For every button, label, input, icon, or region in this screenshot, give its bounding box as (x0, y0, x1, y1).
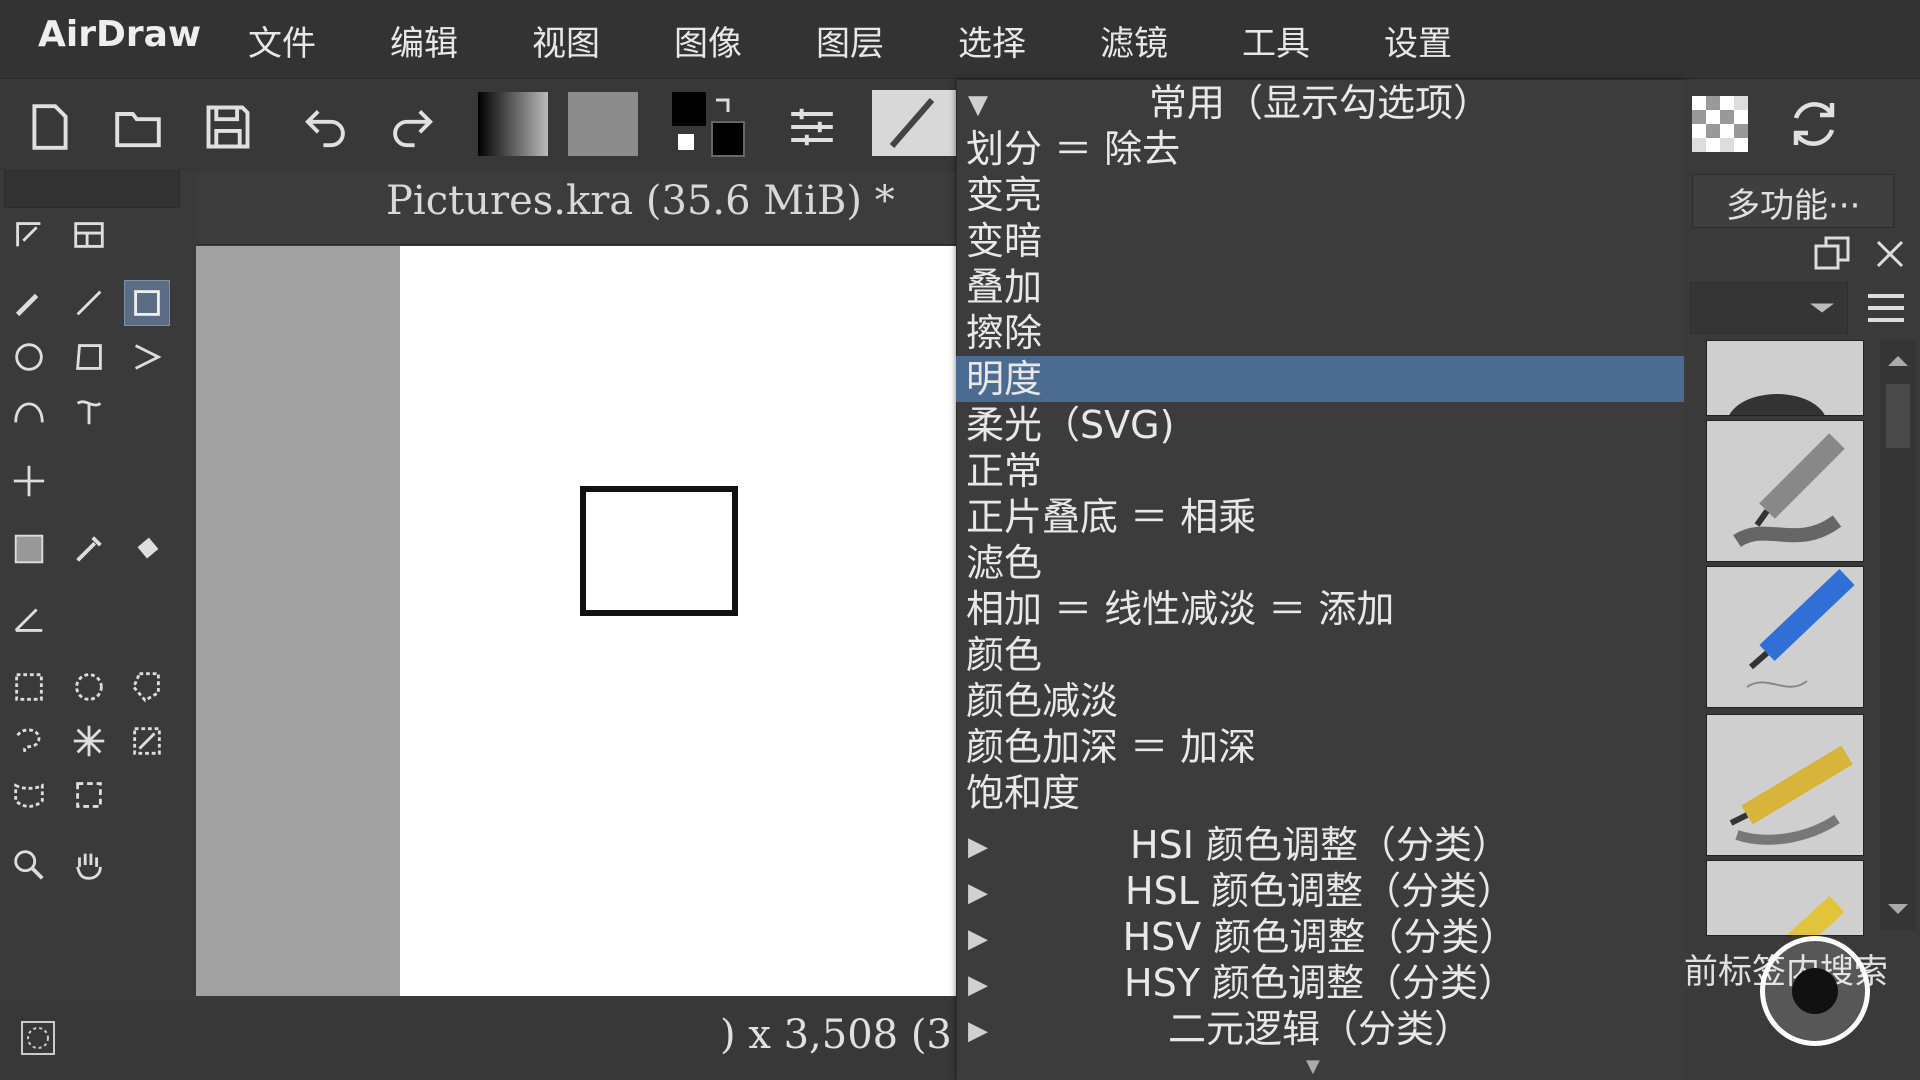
magnetic-select-icon[interactable] (66, 772, 112, 818)
rect-select-icon[interactable] (6, 664, 52, 710)
canvas[interactable] (400, 246, 956, 996)
blend-item-normal[interactable]: 正常 (956, 448, 1684, 494)
canvas-background (196, 246, 400, 996)
pattern-icon[interactable] (568, 92, 638, 156)
blend-item-screen[interactable]: 滤色 (956, 540, 1684, 586)
menu-filter[interactable]: 滤镜 (1100, 16, 1168, 65)
toolbox-filter[interactable] (4, 170, 180, 208)
brush-preset-marker[interactable] (1706, 420, 1864, 562)
brush-preset-airbrush[interactable] (1706, 340, 1864, 416)
open-folder-icon[interactable] (106, 95, 170, 159)
color-picker-icon[interactable] (66, 526, 112, 572)
drawn-rectangle (580, 486, 738, 616)
brush-preset-icon[interactable] (872, 90, 956, 156)
menu-edit[interactable]: 编辑 (390, 16, 458, 65)
blend-item-overlay[interactable]: 叠加 (956, 264, 1684, 310)
similar-select-icon[interactable] (124, 718, 170, 764)
polyline-tool-icon[interactable] (124, 334, 170, 380)
transparency-checker-icon[interactable] (1692, 96, 1748, 152)
rectangle-tool-icon[interactable] (124, 280, 170, 326)
selection-mode-icon[interactable] (18, 1018, 58, 1058)
blend-item-lighten[interactable]: 变亮 (956, 172, 1684, 218)
brush-preset-pencil-2[interactable] (1706, 714, 1864, 856)
menu-icon[interactable] (1864, 290, 1908, 326)
touch-button-dot (1792, 968, 1838, 1014)
fill-bucket-icon[interactable] (124, 526, 170, 572)
document-title: Pictures.kra (35.6 MiB) * (386, 178, 895, 224)
blend-item-luminosity[interactable]: 明度 (956, 356, 1684, 402)
polygon-select-icon[interactable] (124, 664, 170, 710)
gradient-tool-icon[interactable] (6, 526, 52, 572)
blend-item-color[interactable]: 颜色 (956, 632, 1684, 678)
scroll-down-arrow-icon[interactable]: ▼ (1306, 1056, 1320, 1077)
bezier-tool-icon[interactable] (6, 388, 52, 434)
menu-select[interactable]: 选择 (958, 16, 1026, 65)
menu-image[interactable]: 图像 (674, 16, 742, 65)
app-title: AirDraw (38, 14, 202, 55)
ellipse-select-icon[interactable] (66, 664, 112, 710)
image-dimensions: ) x 3,508 (3 (720, 1012, 952, 1058)
bezier-select-icon[interactable] (6, 772, 52, 818)
ellipse-tool-icon[interactable] (6, 334, 52, 380)
brush-tag-select[interactable] (1690, 282, 1848, 334)
new-document-icon[interactable] (18, 95, 82, 159)
pan-tool-icon[interactable] (66, 842, 112, 888)
measure-tool-icon[interactable] (6, 596, 52, 642)
menu-file[interactable]: 文件 (248, 16, 316, 65)
blend-category-common[interactable]: ▼ 常用（显示勾选项） (956, 80, 1684, 126)
blend-item-darken[interactable]: 变暗 (956, 218, 1684, 264)
freehand-path-tool-icon[interactable] (66, 388, 112, 434)
blend-item-erase[interactable]: 擦除 (956, 310, 1684, 356)
blend-item-color-dodge[interactable]: 颜色减淡 (956, 678, 1684, 724)
close-icon[interactable] (1872, 236, 1908, 272)
magic-wand-icon[interactable] (66, 718, 112, 764)
blend-item-divide[interactable]: 划分 ＝ 除去 (956, 126, 1684, 172)
zoom-tool-icon[interactable] (6, 842, 52, 888)
blend-category-hsi[interactable]: ▶ HSI 颜色调整（分类） (956, 822, 1684, 868)
menu-tools[interactable]: 工具 (1242, 16, 1310, 65)
redo-icon[interactable] (380, 95, 444, 159)
blend-item-color-burn[interactable]: 颜色加深 ＝ 加深 (956, 724, 1684, 770)
blend-category-binary-logic[interactable]: ▶ 二元逻辑（分类） (956, 1006, 1684, 1052)
brush-settings-icon[interactable] (780, 95, 844, 159)
multifunction-label: 多功能··· (1726, 186, 1861, 226)
brush-preset-ink[interactable] (1706, 860, 1864, 936)
undo-icon[interactable] (294, 95, 358, 159)
freehand-select-icon[interactable] (6, 718, 52, 764)
blend-category-hsv[interactable]: ▶ HSV 颜色调整（分类） (956, 914, 1684, 960)
menu-layer[interactable]: 图层 (816, 16, 884, 65)
brush-scrollbar[interactable] (1880, 340, 1916, 930)
blend-item-saturation[interactable]: 饱和度 (956, 770, 1684, 816)
save-icon[interactable] (196, 95, 260, 159)
refresh-icon[interactable] (1784, 94, 1844, 154)
move-tool-icon[interactable] (6, 458, 52, 504)
polygon-tool-icon[interactable] (66, 334, 112, 380)
blend-item-multiply[interactable]: 正片叠底 ＝ 相乘 (956, 494, 1684, 540)
float-docker-icon[interactable] (1812, 234, 1852, 274)
brush-tool-icon[interactable] (6, 280, 52, 326)
swap-colors-icon[interactable] (670, 90, 746, 160)
transform-tool-icon[interactable] (6, 212, 52, 258)
layout-tool-icon[interactable] (66, 212, 112, 258)
blend-item-addition[interactable]: 相加 ＝ 线性减淡 ＝ 添加 (956, 586, 1684, 632)
blend-category-hsy[interactable]: ▶ HSY 颜色调整（分类） (956, 960, 1684, 1006)
blend-item-soft-light-svg[interactable]: 柔光（SVG) (956, 402, 1684, 448)
gradient-icon[interactable] (478, 92, 548, 156)
menu-view[interactable]: 视图 (532, 16, 600, 65)
blend-category-hsl[interactable]: ▶ HSL 颜色调整（分类） (956, 868, 1684, 914)
menu-settings[interactable]: 设置 (1384, 16, 1452, 65)
brush-preset-pencil[interactable] (1706, 566, 1864, 708)
line-tool-icon[interactable] (66, 280, 112, 326)
